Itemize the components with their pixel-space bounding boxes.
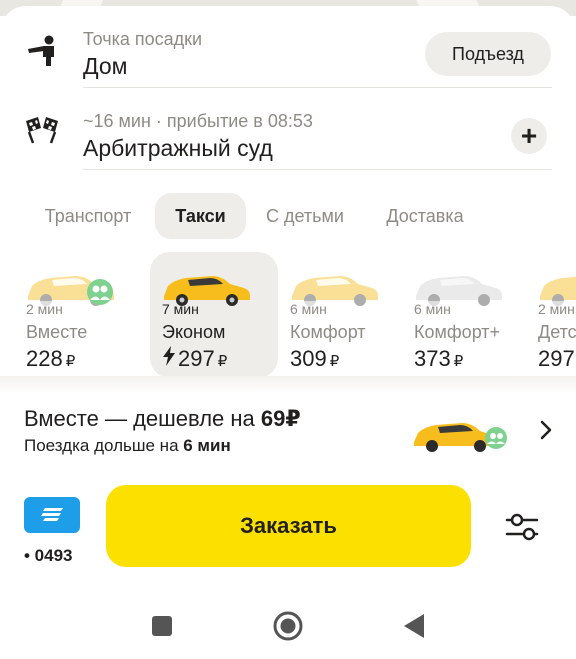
tariff-name: Детс bbox=[538, 322, 576, 342]
order-button[interactable]: Заказать bbox=[106, 485, 471, 567]
tariff-price: 297 ₽ bbox=[162, 346, 227, 372]
shared-ride-icon bbox=[87, 279, 113, 305]
destination-row[interactable]: ~16 мин · прибытие в 08:53 Арбитражный с… bbox=[0, 94, 576, 170]
tab-taxi[interactable]: Такси bbox=[155, 193, 246, 239]
tariff-name: Комфорт bbox=[290, 322, 366, 342]
circle-icon bbox=[273, 611, 303, 641]
plus-icon: + bbox=[520, 120, 538, 151]
tariff-kids[interactable]: 2 мин Детс 297 bbox=[526, 252, 576, 378]
pickup-label: Точка посадки bbox=[83, 29, 203, 49]
home-button[interactable] bbox=[272, 610, 304, 642]
tariff-price: 373 ₽ bbox=[414, 346, 464, 371]
tab-with-kids[interactable]: С детьми bbox=[252, 193, 358, 239]
pickup-address[interactable]: Дом bbox=[83, 53, 127, 80]
category-tabs: Транспорт Такси С детьми Доставка bbox=[0, 193, 576, 241]
card-icon bbox=[41, 508, 63, 521]
pickup-row[interactable]: Точка посадки Дом Подъезд bbox=[0, 12, 576, 88]
square-icon bbox=[152, 616, 172, 636]
tariff-econom[interactable]: 7 мин Эконом 297 ₽ bbox=[150, 252, 278, 378]
payment-card-button[interactable] bbox=[24, 497, 80, 533]
system-navbar bbox=[0, 596, 576, 659]
promo-text: Поездка дольше на 6 мин bbox=[24, 436, 231, 455]
tariff-name: Комфорт+ bbox=[414, 322, 501, 342]
tariff-name: Эконом bbox=[162, 322, 226, 342]
tariff-eta: 7 мин bbox=[162, 301, 199, 317]
tariff-eta: 2 мин bbox=[26, 301, 66, 317]
tab-transport[interactable]: Транспорт bbox=[28, 193, 148, 239]
tariff-eta: 2 мин bbox=[538, 301, 576, 317]
tariff-price: 228 ₽ bbox=[26, 346, 76, 371]
person-pointing-icon bbox=[22, 30, 62, 70]
add-stop-button[interactable]: + bbox=[511, 118, 547, 154]
divider bbox=[83, 169, 552, 170]
tariff-carousel[interactable]: 2 мин Вместе 228 ₽ 7 мин Эконом 297 ₽ 6 ми… bbox=[0, 252, 576, 382]
tariff-vmeste[interactable]: 2 мин Вместе 228 ₽ bbox=[14, 252, 142, 378]
divider bbox=[83, 87, 552, 88]
card-last-digits: • 0493 bbox=[24, 546, 73, 565]
tab-delivery[interactable]: Доставка bbox=[370, 193, 480, 239]
shared-ride-promo[interactable]: Вместе — дешевле на 69₽ Поездка дольше н… bbox=[0, 388, 576, 476]
tariff-name: Вместе bbox=[26, 322, 88, 342]
tariff-price: 297 bbox=[538, 346, 575, 371]
trip-eta: ~16 мин · прибытие в 08:53 bbox=[83, 111, 313, 131]
back-button[interactable] bbox=[398, 610, 430, 642]
car-icon bbox=[414, 423, 507, 452]
recents-button[interactable] bbox=[146, 610, 178, 642]
tariff-eta: 6 мин bbox=[414, 301, 454, 317]
promo-title: Вместе — дешевле на 69₽ bbox=[24, 406, 301, 431]
chevron-right-icon bbox=[540, 420, 552, 440]
entrance-button[interactable]: Подъезд bbox=[425, 32, 551, 76]
destination-address[interactable]: Арбитражный суд bbox=[83, 135, 273, 162]
ride-options-icon[interactable] bbox=[503, 508, 541, 546]
tariff-price: 309 ₽ bbox=[290, 346, 340, 371]
back-triangle-icon bbox=[404, 614, 424, 638]
checkered-flags-icon bbox=[22, 110, 62, 150]
tariff-comfort-plus[interactable]: 6 мин Комфорт+ 373 ₽ bbox=[402, 252, 530, 378]
tariff-comfort[interactable]: 6 мин Комфорт 309 ₽ bbox=[278, 252, 406, 378]
lightning-icon bbox=[162, 346, 176, 372]
tariff-eta: 6 мин bbox=[290, 301, 330, 317]
